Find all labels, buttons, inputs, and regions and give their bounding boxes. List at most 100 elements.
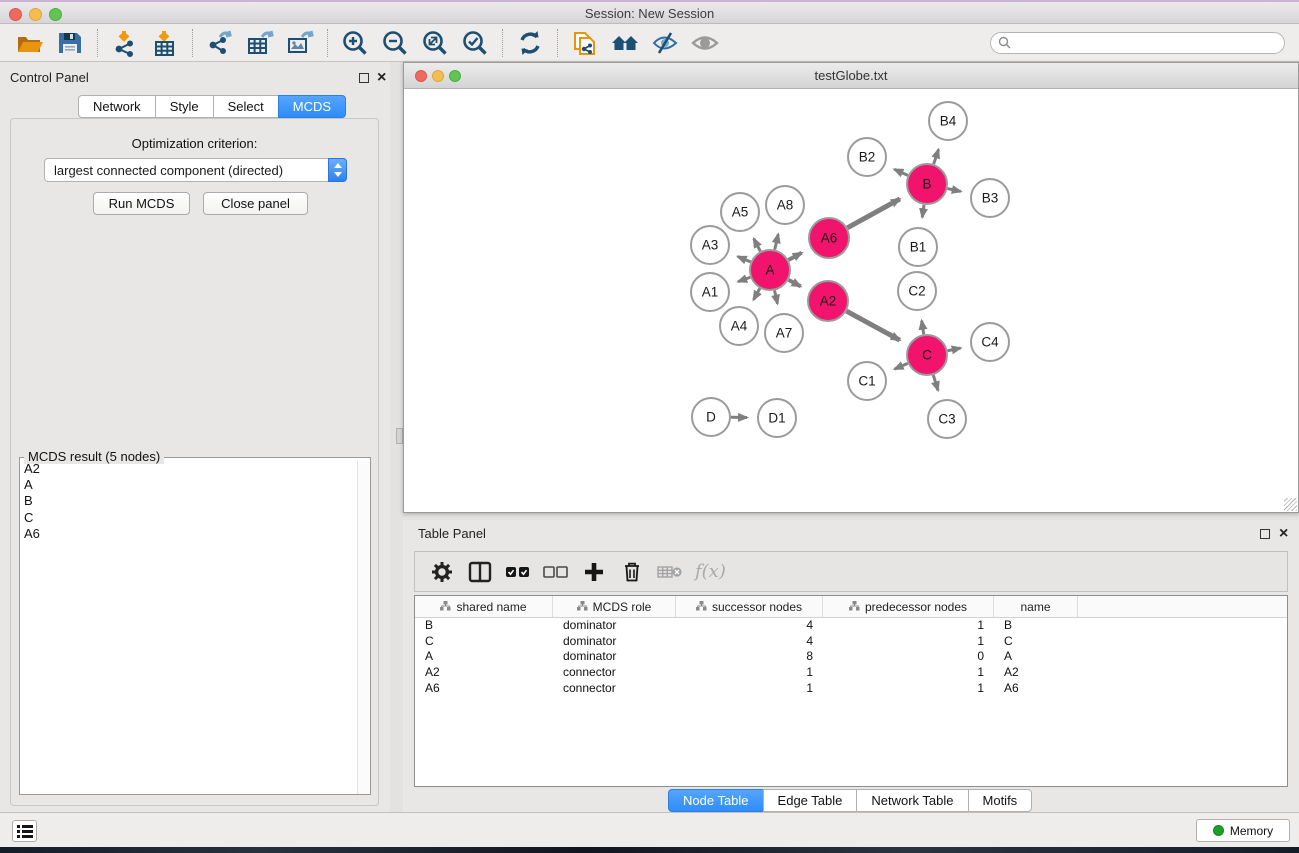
select-stepper-icon[interactable] xyxy=(328,158,347,182)
edge-B-B2[interactable] xyxy=(894,169,907,175)
table-cell[interactable]: A2 xyxy=(415,665,553,681)
edge-A2-C[interactable] xyxy=(846,311,899,340)
zoom-fit-icon[interactable] xyxy=(415,26,455,60)
table-cell[interactable]: dominator xyxy=(553,649,676,665)
table-cell[interactable]: 4 xyxy=(676,634,823,650)
edge-A-A8[interactable] xyxy=(775,234,779,249)
tab-mcds[interactable]: MCDS xyxy=(278,95,346,118)
optimization-select[interactable]: largest connected component (directed) xyxy=(44,158,347,182)
select-all-icon[interactable] xyxy=(499,555,537,589)
table-row[interactable]: Adominator80A xyxy=(415,649,1287,665)
table-cell[interactable]: 4 xyxy=(676,618,823,634)
search-input[interactable] xyxy=(990,32,1285,54)
show-panels-list-button[interactable] xyxy=(12,820,37,842)
column-header-successor-nodes[interactable]: successor nodes xyxy=(676,596,823,617)
tab-network[interactable]: Network xyxy=(78,95,156,118)
network-graph-canvas[interactable]: AA1A2A3A4A5A6A7A8BB1B2B3B4CC1C2C3C4DD1 xyxy=(404,89,1298,511)
edge-C-C3[interactable] xyxy=(933,375,938,390)
table-cell[interactable]: B xyxy=(994,618,1078,634)
mcds-result-item[interactable]: B xyxy=(20,493,357,509)
refresh-layout-icon[interactable] xyxy=(510,26,550,60)
close-panel-icon[interactable]: × xyxy=(377,73,386,83)
edge-B-B3[interactable] xyxy=(947,189,960,192)
zoom-in-icon[interactable] xyxy=(335,26,375,60)
tab-select[interactable]: Select xyxy=(213,95,279,118)
column-header-shared-name[interactable]: shared name xyxy=(415,596,553,617)
table-cell[interactable]: connector xyxy=(553,681,676,697)
mcds-result-list[interactable]: A2ABCA6 xyxy=(20,461,357,794)
tab-network-table[interactable]: Network Table xyxy=(856,789,968,812)
zoom-selected-icon[interactable] xyxy=(455,26,495,60)
zoom-out-icon[interactable] xyxy=(375,26,415,60)
edge-A6-B[interactable] xyxy=(847,199,899,228)
tab-motifs[interactable]: Motifs xyxy=(968,789,1033,812)
memory-button[interactable]: Memory xyxy=(1196,819,1290,842)
table-cell[interactable]: dominator xyxy=(553,634,676,650)
open-file-icon[interactable] xyxy=(10,26,50,60)
column-header-predecessor-nodes[interactable]: predecessor nodes xyxy=(823,596,994,617)
edge-B-B1[interactable] xyxy=(922,205,924,218)
delete-columns-icon[interactable] xyxy=(613,555,651,589)
table-cell[interactable]: A6 xyxy=(994,681,1078,697)
table-cell[interactable]: A6 xyxy=(415,681,553,697)
table-cell[interactable]: 1 xyxy=(823,665,994,681)
table-cell[interactable]: C xyxy=(994,634,1078,650)
table-cell[interactable]: 1 xyxy=(823,681,994,697)
table-cell[interactable]: 1 xyxy=(823,618,994,634)
float-table-panel-icon[interactable] xyxy=(1260,529,1270,539)
table-cell[interactable]: 8 xyxy=(676,649,823,665)
close-table-panel-icon[interactable]: × xyxy=(1279,529,1288,539)
tab-style[interactable]: Style xyxy=(155,95,214,118)
column-header-mcds-role[interactable]: MCDS role xyxy=(553,596,676,617)
table-cell[interactable]: 1 xyxy=(676,681,823,697)
mcds-result-item[interactable]: A6 xyxy=(20,526,357,542)
tab-node-table[interactable]: Node Table xyxy=(668,789,764,812)
table-cell[interactable]: A xyxy=(415,649,553,665)
table-row[interactable]: Cdominator41C xyxy=(415,634,1287,650)
edge-A-A4[interactable] xyxy=(754,288,760,299)
import-table-icon[interactable] xyxy=(145,26,185,60)
table-cell[interactable]: 0 xyxy=(823,649,994,665)
table-cell[interactable]: dominator xyxy=(553,618,676,634)
table-cell[interactable]: connector xyxy=(553,665,676,681)
deselect-all-icon[interactable] xyxy=(537,555,575,589)
duplicate-network-icon[interactable] xyxy=(565,26,605,60)
resize-grip-icon[interactable] xyxy=(1284,498,1297,511)
network-window-titlebar[interactable]: testGlobe.txt xyxy=(404,63,1298,89)
import-network-icon[interactable] xyxy=(105,26,145,60)
hide-graphics-details-icon[interactable] xyxy=(645,26,685,60)
run-mcds-button[interactable]: Run MCDS xyxy=(93,192,190,215)
mcds-result-scrollbar[interactable] xyxy=(357,461,370,794)
show-columns-icon[interactable] xyxy=(461,555,499,589)
close-panel-button[interactable]: Close panel xyxy=(203,192,308,215)
table-row[interactable]: A6connector11A6 xyxy=(415,681,1287,697)
mcds-result-item[interactable]: A2 xyxy=(20,461,357,477)
birdseye-view-icon[interactable] xyxy=(685,26,725,60)
tab-edge-table[interactable]: Edge Table xyxy=(763,789,858,812)
edge-A-A1[interactable] xyxy=(738,277,750,281)
edge-B-B4[interactable] xyxy=(934,149,939,164)
edge-A-A7[interactable] xyxy=(775,290,778,303)
table-cell[interactable]: 1 xyxy=(676,665,823,681)
edge-C-C4[interactable] xyxy=(948,348,961,351)
mcds-result-item[interactable]: A xyxy=(20,477,357,493)
delete-table-icon[interactable] xyxy=(651,555,689,589)
edge-A-A5[interactable] xyxy=(754,239,761,252)
save-session-icon[interactable] xyxy=(50,26,90,60)
table-mode-gear-icon[interactable] xyxy=(423,555,461,589)
table-row[interactable]: Bdominator41B xyxy=(415,618,1287,634)
float-panel-icon[interactable] xyxy=(359,73,369,83)
function-builder-icon[interactable]: f(x) xyxy=(695,561,726,582)
edge-C-C2[interactable] xyxy=(922,321,924,335)
table-cell[interactable]: 1 xyxy=(823,634,994,650)
export-table-icon[interactable] xyxy=(240,26,280,60)
edge-A-A2[interactable] xyxy=(789,280,801,286)
export-image-icon[interactable] xyxy=(280,26,320,60)
table-cell[interactable]: A xyxy=(994,649,1078,665)
table-cell[interactable]: B xyxy=(415,618,553,634)
column-header-name[interactable]: name xyxy=(994,596,1078,617)
table-cell[interactable]: C xyxy=(415,634,553,650)
splitter-grip[interactable] xyxy=(396,428,403,444)
mcds-result-item[interactable]: C xyxy=(20,510,357,526)
edge-A-A6[interactable] xyxy=(788,253,801,260)
